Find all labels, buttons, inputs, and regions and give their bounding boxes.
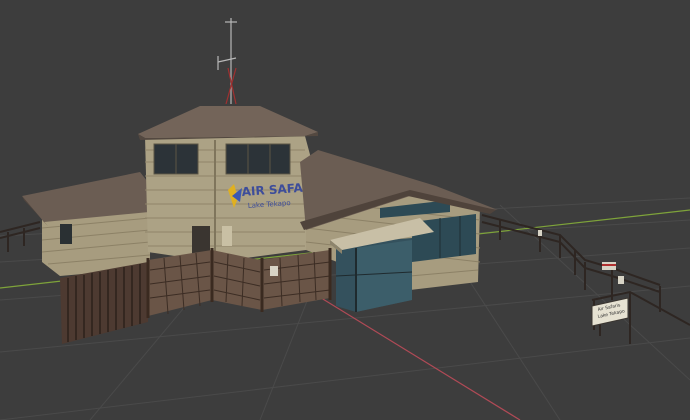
tower-window-center — [225, 143, 291, 175]
3d-viewport[interactable]: AIR SAFARIS Lake Tekapo Air Safaris Lake… — [0, 0, 690, 420]
scene-canvas[interactable]: AIR SAFARIS Lake Tekapo Air Safaris Lake… — [0, 0, 690, 420]
electrical-box — [222, 226, 232, 246]
railing-post-sign — [618, 276, 624, 284]
tower-door — [192, 226, 210, 254]
tower-roof — [138, 106, 318, 138]
notice-board: Air Safaris Lake Tekapo — [591, 297, 629, 336]
front-fence-lattice — [146, 248, 332, 318]
antenna — [217, 18, 237, 105]
railing-left — [0, 221, 41, 252]
railing-right — [481, 214, 690, 344]
fence-notice-small — [270, 266, 278, 276]
